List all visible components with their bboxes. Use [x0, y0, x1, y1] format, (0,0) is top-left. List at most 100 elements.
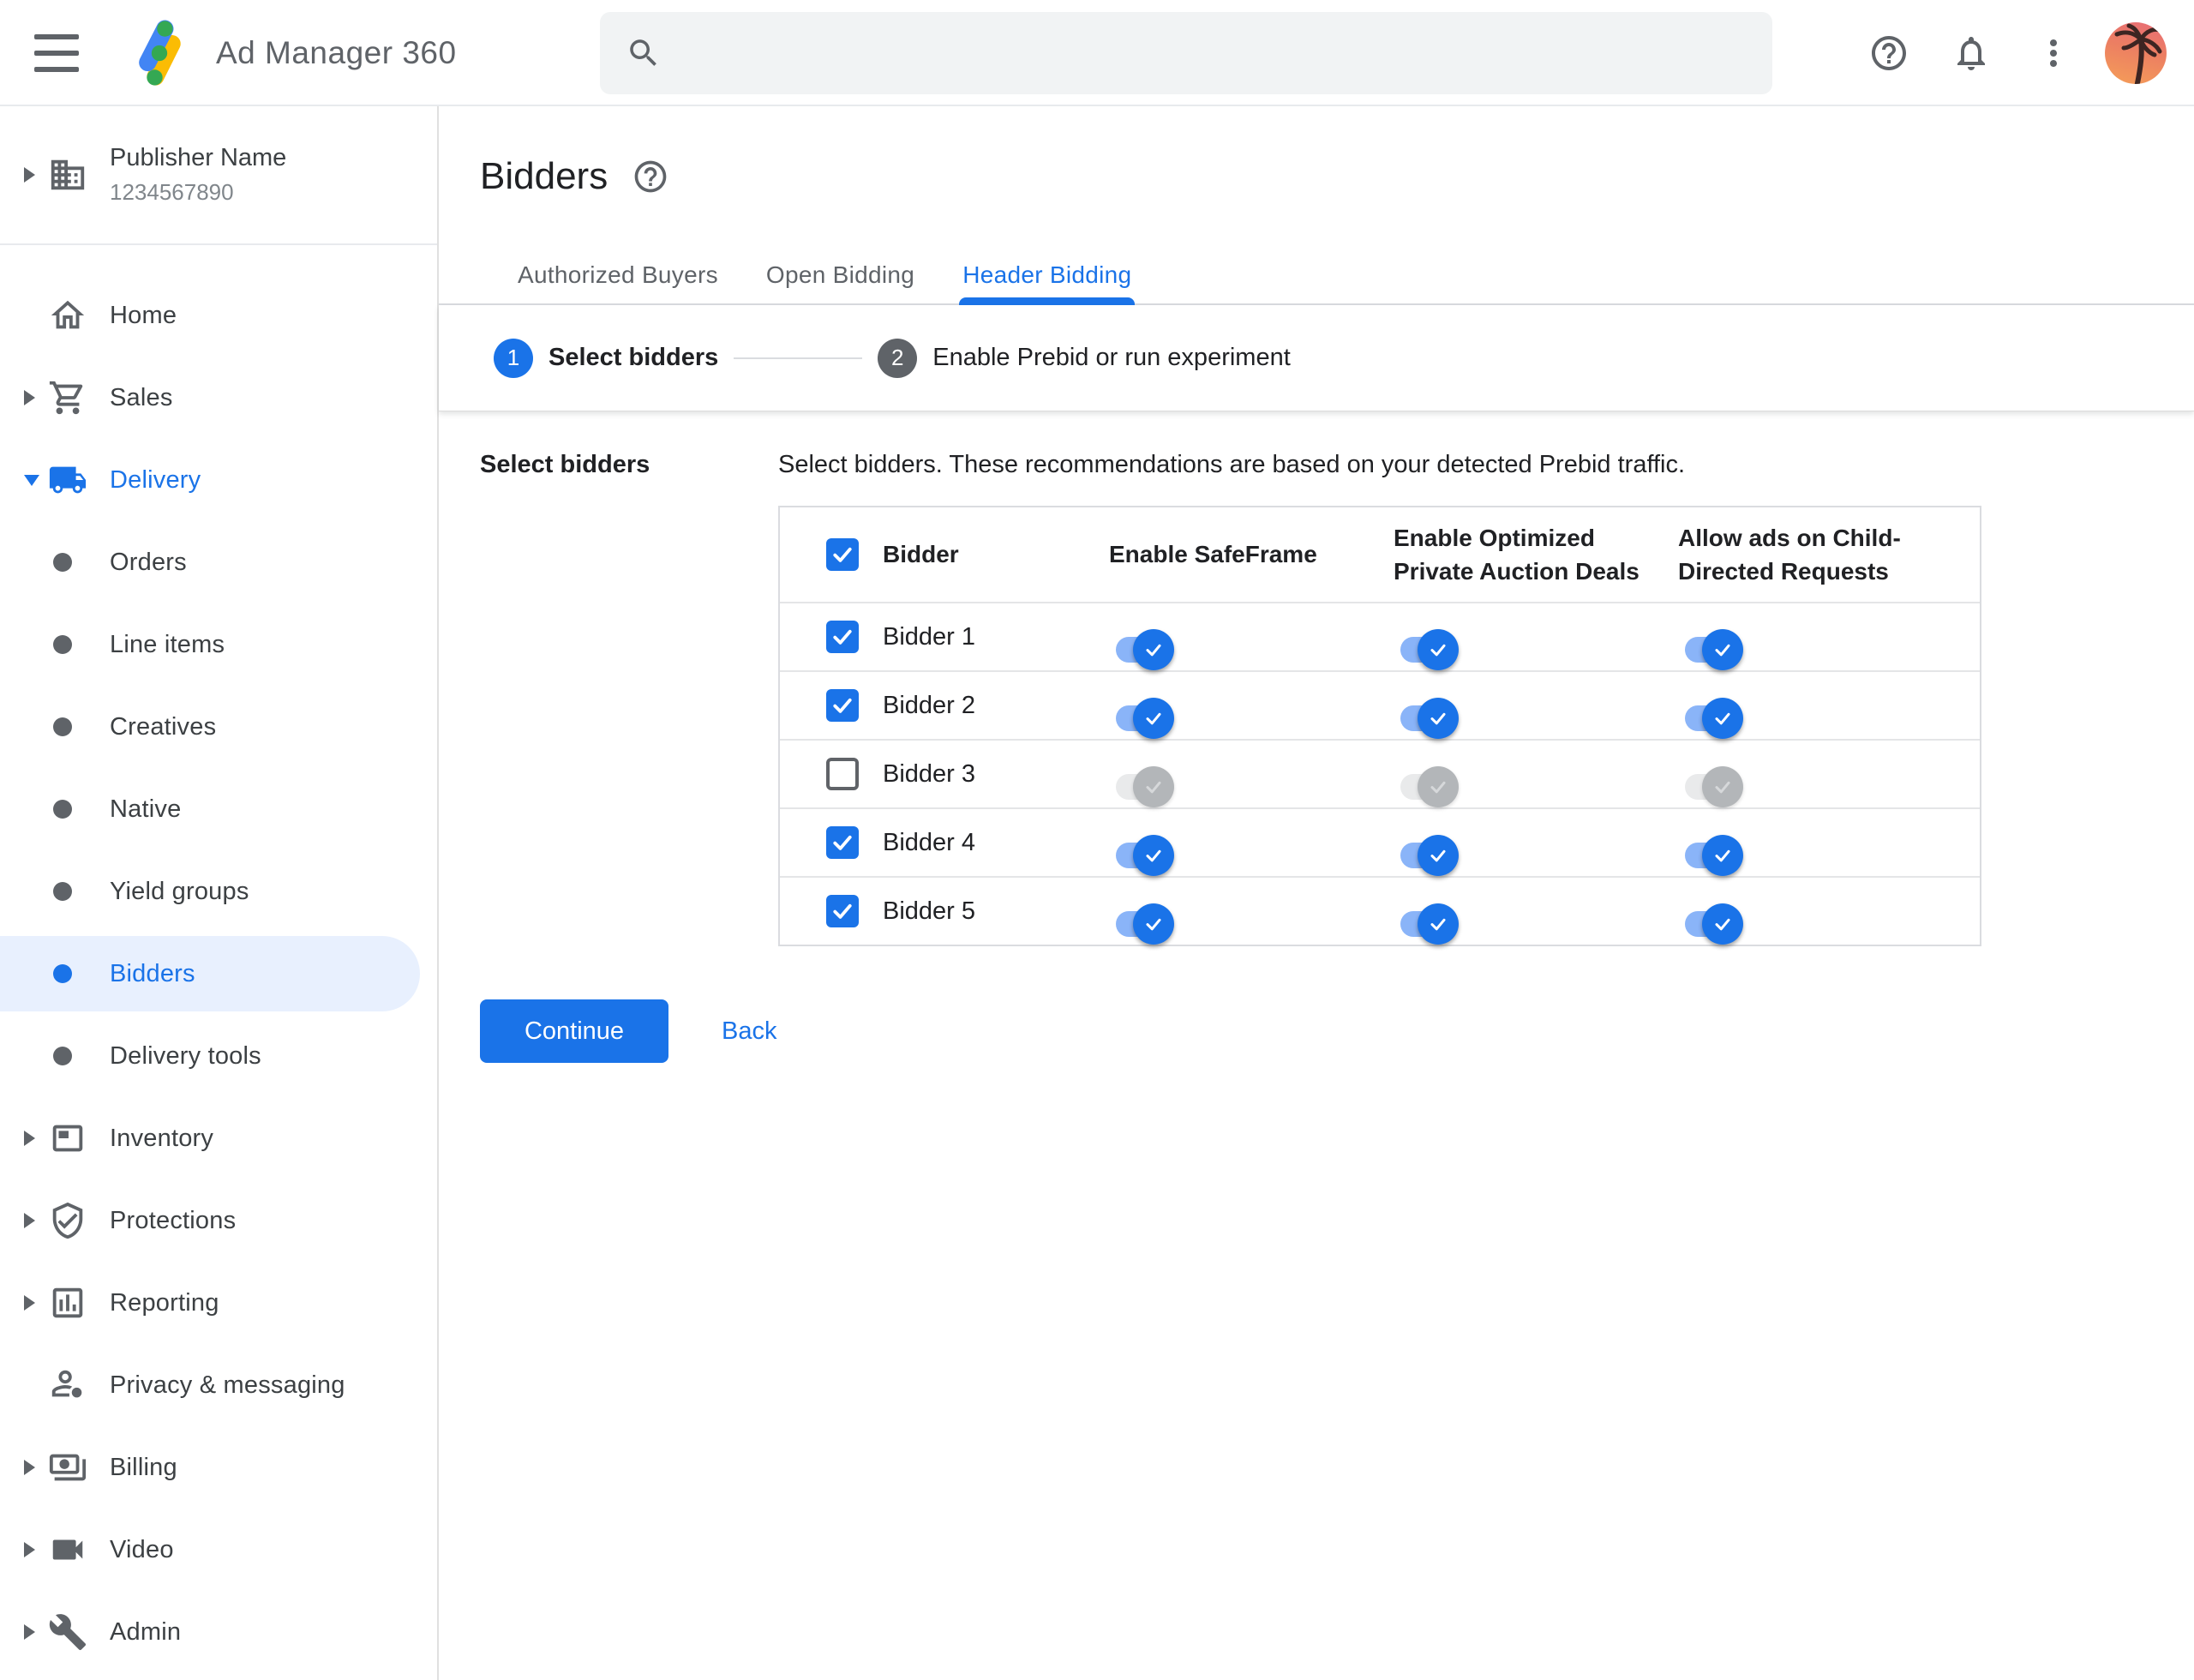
- publisher-id: 1234567890: [110, 179, 234, 205]
- active-tab-indicator: [959, 297, 1136, 305]
- sidebar-item-billing[interactable]: Billing: [0, 1426, 437, 1509]
- tab-header-bidding[interactable]: Header Bidding: [938, 247, 1155, 305]
- sidebar-item-line-items[interactable]: Line items: [0, 603, 437, 686]
- step-enable-prebid: 2 Enable Prebid or run experiment: [878, 338, 1291, 378]
- more-vert-icon[interactable]: [2033, 33, 2074, 74]
- step-number: 1: [494, 338, 533, 378]
- bidder-name: Bidder 1: [883, 622, 976, 651]
- sidebar-item-label: Delivery tools: [110, 1041, 261, 1070]
- sidebar-item-label: Privacy & messaging: [110, 1371, 345, 1399]
- table-row: Bidder 2: [780, 670, 1980, 739]
- sidebar-item-video[interactable]: Video: [0, 1509, 437, 1591]
- notifications-icon[interactable]: [1951, 33, 1992, 74]
- tab-label: Open Bidding: [765, 261, 915, 288]
- wrench-icon: [48, 1612, 87, 1652]
- sidebar-item-label: Video: [110, 1535, 174, 1563]
- help-icon[interactable]: [1868, 33, 1909, 74]
- search-input[interactable]: [662, 39, 1772, 68]
- payments-icon: [48, 1448, 87, 1487]
- stepper: 1 Select bidders 2 Enable Prebid or run …: [439, 305, 2194, 411]
- caret-right-icon: [24, 1542, 35, 1557]
- bullet-icon: [53, 635, 72, 654]
- home-icon: [48, 296, 87, 335]
- page-title: Bidders: [480, 155, 608, 197]
- form-section-description: Select bidders. These recommendations ar…: [778, 451, 1686, 478]
- row-checkbox[interactable]: [826, 895, 859, 927]
- step-label: Select bidders: [548, 344, 719, 371]
- sidebar-item-orders[interactable]: Orders: [0, 521, 437, 603]
- caret-right-icon: [24, 390, 35, 405]
- tab-open-bidding[interactable]: Open Bidding: [742, 247, 938, 303]
- sidebar-item-label: Bidders: [110, 959, 195, 987]
- search-icon: [630, 39, 656, 66]
- row-checkbox[interactable]: [826, 689, 859, 722]
- publisher-name: Publisher Name: [110, 144, 287, 171]
- continue-button[interactable]: Continue: [480, 999, 668, 1063]
- sidebar-item-label: Billing: [110, 1453, 177, 1481]
- search-bar[interactable]: [600, 12, 1772, 94]
- shopping-cart-icon: [48, 378, 87, 417]
- nav-list: Home Sales Delivery Orders Line items Cr…: [0, 245, 437, 1673]
- caret-down-icon: [24, 474, 39, 486]
- sidebar-item-yield-groups[interactable]: Yield groups: [0, 850, 437, 933]
- sidebar-item-label: Native: [110, 795, 182, 823]
- row-checkbox[interactable]: [826, 758, 859, 790]
- step-select-bidders: 1 Select bidders: [494, 338, 719, 378]
- column-header-bidder: Bidder: [883, 541, 959, 568]
- sidebar-item-label: Creatives: [110, 712, 217, 741]
- sidebar-item-label: Reporting: [110, 1288, 219, 1317]
- shield-check-icon: [48, 1201, 87, 1240]
- tab-label: Header Bidding: [962, 261, 1132, 288]
- avatar[interactable]: [2105, 22, 2167, 84]
- sidebar-item-sales[interactable]: Sales: [0, 357, 437, 439]
- menu-icon[interactable]: [34, 33, 79, 74]
- tab-authorized-buyers[interactable]: Authorized Buyers: [494, 247, 742, 303]
- sidebar-item-native[interactable]: Native: [0, 768, 437, 850]
- row-checkbox[interactable]: [826, 826, 859, 859]
- bidder-name: Bidder 2: [883, 691, 976, 719]
- sidebar-item-bidders[interactable]: Bidders: [0, 933, 437, 1015]
- table-row: Bidder 3: [780, 739, 1980, 807]
- sidebar-item-delivery[interactable]: Delivery: [0, 439, 437, 521]
- palm-tree-silhouette: [2114, 23, 2164, 84]
- publisher-selector[interactable]: Publisher Name 1234567890: [0, 106, 437, 245]
- bullet-icon: [53, 882, 72, 901]
- caret-right-icon: [24, 1460, 35, 1475]
- sidebar-item-privacy-messaging[interactable]: Privacy & messaging: [0, 1344, 437, 1426]
- videocam-icon: [48, 1530, 87, 1569]
- table-row: Bidder 1: [780, 602, 1980, 670]
- bidder-name: Bidder 3: [883, 759, 976, 788]
- title-help-icon[interactable]: [632, 158, 669, 195]
- sidebar-item-protections[interactable]: Protections: [0, 1179, 437, 1262]
- truck-icon: [48, 460, 87, 500]
- sidebar-item-creatives[interactable]: Creatives: [0, 686, 437, 768]
- form-section-label: Select bidders: [480, 451, 650, 478]
- sidebar-item-reporting[interactable]: Reporting: [0, 1262, 437, 1344]
- row-checkbox[interactable]: [826, 621, 859, 653]
- caret-right-icon: [24, 1295, 35, 1311]
- sidebar-item-delivery-tools[interactable]: Delivery tools: [0, 1015, 437, 1097]
- back-button[interactable]: Back: [694, 999, 804, 1063]
- top-app-bar: Ad Manager 360: [0, 0, 2194, 106]
- sidebar-item-label: Inventory: [110, 1124, 214, 1152]
- bullet-icon: [53, 553, 72, 572]
- column-header-optimized-deals: Enable Optimized Private Auction Deals: [1394, 524, 1640, 585]
- column-header-safeframe: Enable SafeFrame: [1109, 541, 1317, 568]
- main-content: Bidders Authorized Buyers Open Bidding H…: [439, 106, 2194, 1680]
- sidebar-item-home[interactable]: Home: [0, 274, 437, 357]
- sidebar-item-admin[interactable]: Admin: [0, 1591, 437, 1673]
- step-label: Enable Prebid or run experiment: [932, 344, 1291, 371]
- sidebar-item-label: Orders: [110, 548, 187, 576]
- bidders-table: Bidder Enable SafeFrame Enable Optimized…: [778, 506, 1981, 946]
- sidebar-item-label: Delivery: [110, 465, 201, 494]
- caret-right-icon: [24, 1624, 35, 1640]
- select-all-checkbox[interactable]: [826, 538, 859, 571]
- bullet-icon: [53, 1047, 72, 1065]
- bidder-name: Bidder 4: [883, 828, 976, 856]
- sidebar-item-label: Admin: [110, 1617, 182, 1646]
- sidebar-item-inventory[interactable]: Inventory: [0, 1097, 437, 1179]
- caret-right-icon: [24, 1213, 35, 1228]
- sidebar-item-label: Sales: [110, 383, 173, 411]
- step-connector: [734, 357, 863, 359]
- bullet-icon: [53, 964, 72, 983]
